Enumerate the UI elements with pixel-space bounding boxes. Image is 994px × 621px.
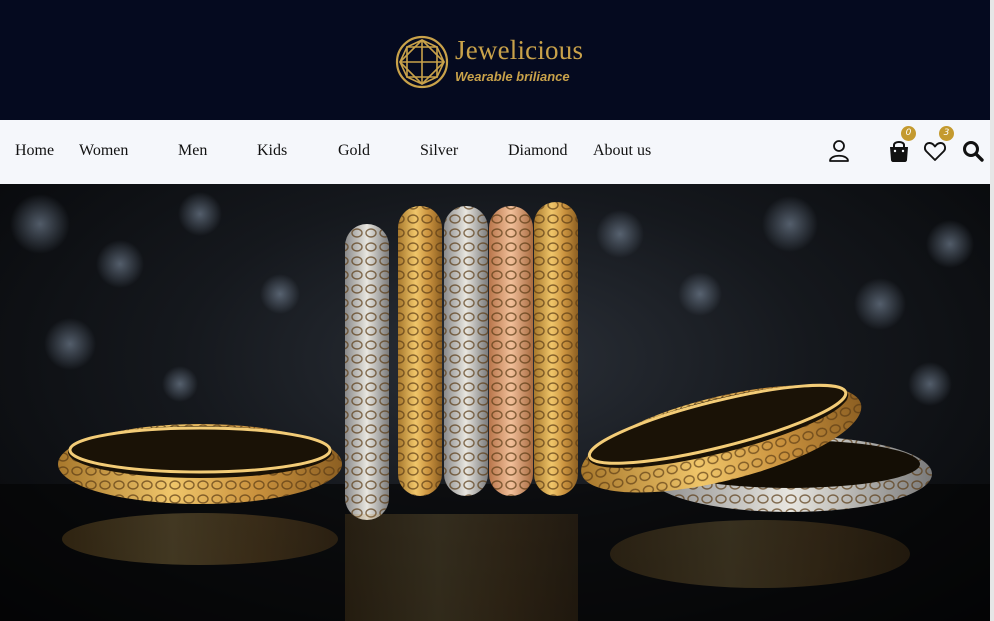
gold-bangles-banner — [0, 192, 994, 621]
page-scrollbar[interactable] — [990, 0, 994, 621]
hero-banner — [0, 184, 994, 621]
bangle-right — [581, 383, 932, 588]
wishlist-count-badge: 3 — [939, 126, 954, 141]
heart-icon[interactable] — [923, 138, 947, 164]
diamond-logo-icon — [395, 35, 449, 89]
nav-item-men[interactable]: Men — [178, 142, 207, 160]
site-header: Jewelicious Wearable briliance — [0, 0, 994, 120]
nav-item-home[interactable]: Home — [15, 142, 54, 160]
nav-item-gold[interactable]: Gold — [338, 142, 370, 160]
brand-name: Jewelicious — [455, 35, 584, 65]
shopping-bag-icon[interactable] — [887, 138, 911, 164]
nav-item-diamond[interactable]: Diamond — [508, 142, 568, 160]
brand-logo[interactable]: Jewelicious Wearable briliance — [395, 33, 605, 91]
user-icon[interactable] — [827, 138, 851, 164]
cart-count-badge: 0 — [901, 126, 916, 141]
nav-item-women[interactable]: Women — [79, 142, 128, 160]
bangle-stack — [345, 202, 578, 621]
search-icon[interactable] — [961, 138, 985, 164]
nav-item-silver[interactable]: Silver — [420, 142, 458, 160]
brand-tagline: Wearable briliance — [455, 69, 570, 84]
nav-item-kids[interactable]: Kids — [257, 142, 287, 160]
nav-item-about-us[interactable]: About us — [593, 142, 651, 160]
main-navigation: Home Women Men Kids Gold Silver Diamond … — [0, 120, 994, 184]
